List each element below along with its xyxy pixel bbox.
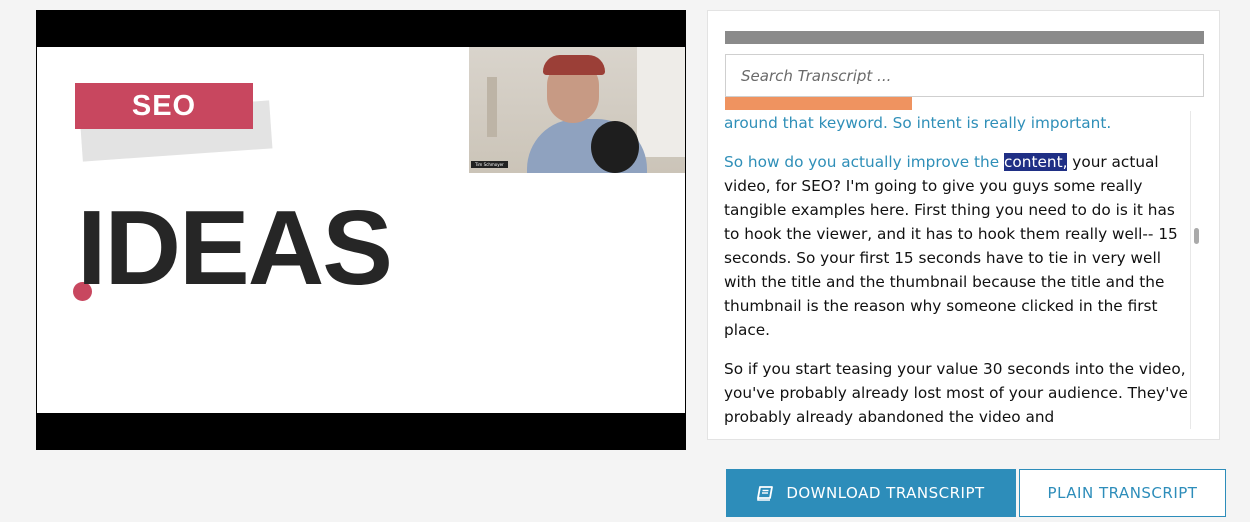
seo-badge: SEO	[75, 83, 253, 129]
book-icon	[757, 485, 774, 501]
webcam-overlay: Tim Schmoyer	[469, 47, 685, 173]
transcript-paragraph[interactable]: around that keyword. So intent is really…	[724, 111, 1188, 135]
slide-title: IDEAS	[77, 189, 393, 307]
download-transcript-button[interactable]: DOWNLOAD TRANSCRIPT	[726, 469, 1016, 517]
microphone-icon	[591, 121, 639, 173]
search-transcript-input[interactable]	[725, 54, 1204, 97]
plain-transcript-label: PLAIN TRANSCRIPT	[1047, 484, 1198, 502]
transcript-panel: around that keyword. So intent is really…	[707, 10, 1220, 440]
transcript-scrollbar[interactable]	[1190, 111, 1199, 429]
download-transcript-label: DOWNLOAD TRANSCRIPT	[786, 484, 985, 502]
webcam-window	[637, 47, 685, 157]
video-player[interactable]: SEO IDEAS Tim Schmoyer	[36, 10, 686, 450]
transcript-text-upcoming[interactable]: So if you start teasing your value 30 se…	[724, 360, 1188, 426]
transcript-text[interactable]: around that keyword. So intent is really…	[724, 111, 1188, 429]
transcript-progress-fill	[725, 97, 912, 110]
scrollbar-thumb[interactable]	[1194, 228, 1199, 244]
current-word-highlight[interactable]: content,	[1004, 153, 1068, 171]
webcam-lamp	[487, 77, 497, 137]
webcam-name-tag: Tim Schmoyer	[471, 161, 508, 168]
transcript-progress-track	[725, 31, 1204, 44]
played-text[interactable]: So how do you actually improve the	[724, 153, 1004, 171]
transcript-paragraph[interactable]: So how do you actually improve the conte…	[724, 150, 1188, 342]
video-slide: SEO IDEAS Tim Schmoyer	[37, 47, 685, 413]
transcript-paragraph[interactable]: So if you start teasing your value 30 se…	[724, 357, 1188, 429]
played-text[interactable]: around that keyword. So intent is really…	[724, 114, 1111, 132]
transcript-text-upcoming[interactable]: your actual video, for SEO? I'm going to…	[724, 153, 1178, 339]
webcam-speaker-cap	[543, 55, 605, 75]
plain-transcript-button[interactable]: PLAIN TRANSCRIPT	[1019, 469, 1226, 517]
